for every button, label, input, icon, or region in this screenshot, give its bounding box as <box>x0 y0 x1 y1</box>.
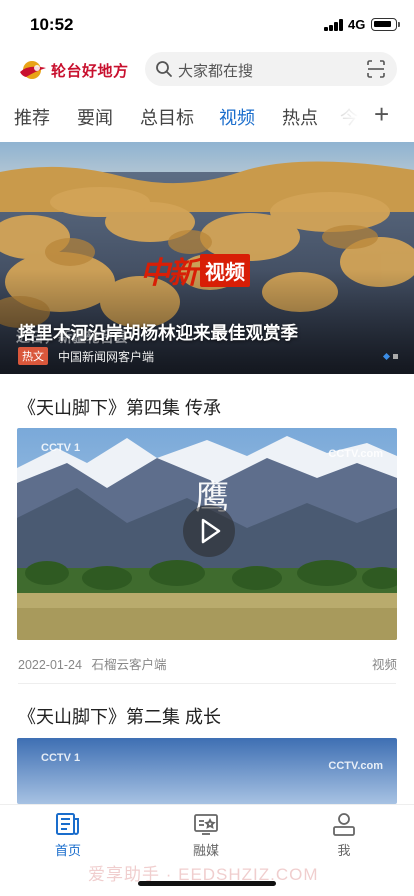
logo-main-text: 中新 <box>140 256 198 291</box>
cctv1-logo: CCTV 1 <box>41 752 81 764</box>
cctv-com-logo: CCTV.com <box>328 760 383 772</box>
logo-badge-text: 视频 <box>200 253 250 287</box>
channel-tabs: 推荐 要闻 总目标 视频 热点 今 + <box>0 98 414 138</box>
scan-icon[interactable] <box>367 60 385 78</box>
signal-icon <box>324 19 344 31</box>
video-card-title[interactable]: 《天山脚下》第二集 成长 <box>18 703 221 729</box>
media-icon <box>193 811 219 837</box>
home-indicator <box>138 881 276 886</box>
status-bar: 10:52 4G <box>0 0 414 48</box>
video-thumbnail[interactable]: CCTV 1 CCTV.com <box>17 738 397 804</box>
user-icon <box>331 811 357 837</box>
tab-video[interactable]: 视频 <box>219 104 255 130</box>
search-placeholder: 大家都在搜 <box>178 63 254 80</box>
banner-meta: 热文 中国新闻网客户端 <box>18 347 154 365</box>
content-type-label: 视频 <box>371 658 397 672</box>
publish-date: 2022-01-24 <box>18 658 82 672</box>
status-time: 10:52 <box>30 15 74 34</box>
search-bar[interactable]: 大家都在搜 <box>145 52 397 86</box>
nav-media[interactable]: 融媒 <box>166 811 246 859</box>
tab-headlines[interactable]: 要闻 <box>77 104 113 130</box>
divider <box>18 683 396 684</box>
banner-source: 中国新闻网客户端 <box>58 349 155 364</box>
video-card-meta: 2022-01-24 石榴云客户端 视频 <box>18 654 397 673</box>
logo-mark-icon <box>18 59 48 81</box>
battery-icon <box>371 18 400 31</box>
network-label: 4G <box>348 17 366 32</box>
nav-me-label: 我 <box>337 843 351 858</box>
video-card-title[interactable]: 《天山脚下》第四集 传承 <box>18 394 221 420</box>
nav-home-label: 首页 <box>54 843 81 858</box>
search-icon <box>155 60 173 78</box>
carousel-dot-active <box>382 352 391 361</box>
logo-text: 轮台好地方 <box>51 62 129 80</box>
add-channel-icon[interactable]: + <box>374 99 389 130</box>
video-thumbnail[interactable]: CCTV 1 CCTV.com 鹰 <box>17 428 397 640</box>
carousel-indicator <box>382 352 398 361</box>
tab-hot[interactable]: 热点 <box>282 104 318 130</box>
banner-title[interactable]: 塔里木河沿岸胡杨林迎来最佳观赏季 <box>18 320 298 345</box>
home-news-icon <box>55 811 81 837</box>
hot-tag-badge: 热文 <box>18 347 48 365</box>
app-logo[interactable]: 轮台好地方 <box>18 56 129 84</box>
nav-me[interactable]: 我 <box>304 811 384 859</box>
play-icon[interactable] <box>183 505 235 557</box>
cctv-com-logo: CCTV.com <box>328 448 383 460</box>
featured-banner[interactable]: 近日，新疆轮台县 中新 视频 塔里木河沿岸胡杨林迎来最佳观赏季 热文 中国新闻网… <box>0 142 414 374</box>
tab-recommend[interactable]: 推荐 <box>14 104 50 130</box>
cctv1-logo: CCTV 1 <box>41 442 81 454</box>
chinanews-video-logo: 中新 视频 <box>140 250 250 291</box>
nav-media-label: 融媒 <box>192 843 219 858</box>
carousel-dot <box>393 354 398 359</box>
card-source: 石榴云客户端 <box>91 658 167 672</box>
nav-home[interactable]: 首页 <box>28 811 108 859</box>
tab-goals[interactable]: 总目标 <box>140 104 194 130</box>
app-header: 轮台好地方 大家都在搜 <box>0 48 414 92</box>
